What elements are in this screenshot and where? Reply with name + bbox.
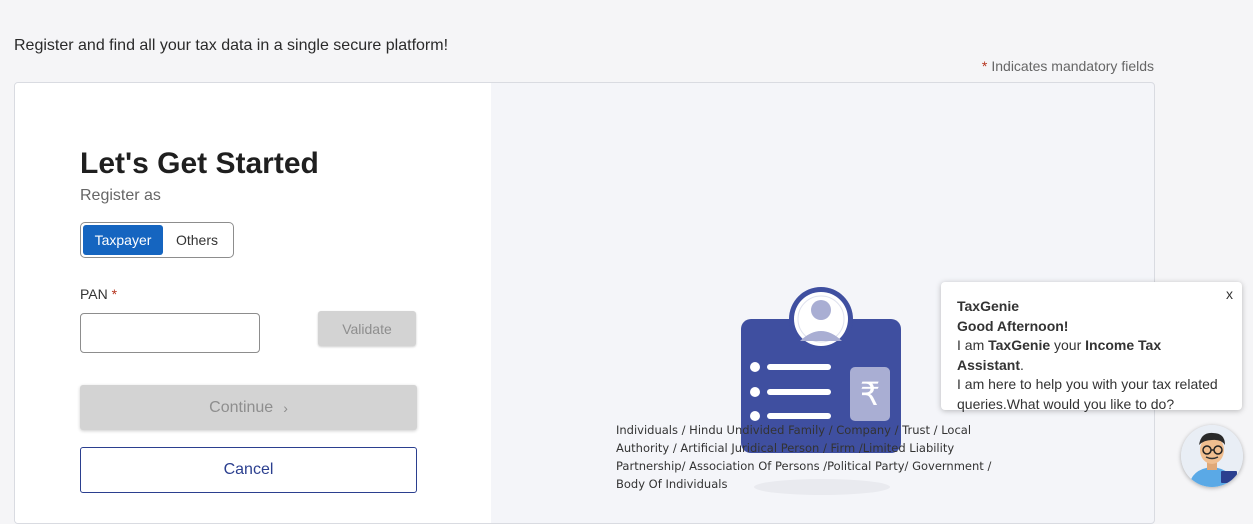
- rupee-icon: ₹: [860, 375, 880, 413]
- pan-label: PAN *: [80, 286, 117, 302]
- taxgenie-intro-prefix: I am: [957, 337, 989, 353]
- chevron-right-icon: ›: [283, 399, 288, 416]
- taxgenie-intro-middle: your: [1050, 337, 1086, 353]
- assistant-avatar-icon[interactable]: [1181, 425, 1243, 487]
- pan-label-text: PAN: [80, 286, 108, 302]
- taxpayer-toggle-button[interactable]: Taxpayer: [83, 225, 163, 255]
- pan-input[interactable]: [80, 313, 260, 353]
- page-title: Let's Get Started: [80, 147, 319, 180]
- mandatory-note-text: Indicates mandatory fields: [991, 58, 1154, 74]
- taxgenie-name: TaxGenie: [957, 298, 1019, 314]
- mandatory-note: * Indicates mandatory fields: [982, 58, 1154, 74]
- others-toggle-button[interactable]: Others: [163, 225, 231, 255]
- taxgenie-intro-suffix: .: [1020, 356, 1024, 373]
- tagline: Register and find all your tax data in a…: [14, 37, 449, 54]
- continue-button-label: Continue: [209, 398, 274, 416]
- continue-button[interactable]: Continue ›: [80, 385, 417, 430]
- entity-types-description: Individuals / Hindu Undivided Family / C…: [616, 423, 992, 491]
- pan-required-marker: *: [111, 286, 118, 302]
- mandatory-star: *: [981, 58, 988, 74]
- register-as-toggle: Taxpayer Others: [80, 222, 234, 258]
- validate-button[interactable]: Validate: [318, 311, 416, 346]
- taxgenie-intro: I am TaxGenie your Income Tax Assistant.: [957, 336, 1228, 375]
- taxgenie-greeting: Good Afternoon!: [957, 317, 1069, 334]
- register-as-label: Register as: [80, 187, 161, 204]
- cancel-button[interactable]: Cancel: [80, 447, 417, 493]
- registration-form: Let's Get Started Register as Taxpayer O…: [15, 83, 491, 523]
- close-icon[interactable]: x: [1226, 285, 1233, 305]
- taxgenie-help-text: I am here to help you with your tax rela…: [957, 376, 1218, 412]
- taxgenie-intro-name: TaxGenie: [988, 337, 1051, 353]
- taxgenie-chat-bubble: x TaxGenie Good Afternoon! I am TaxGenie…: [941, 282, 1242, 412]
